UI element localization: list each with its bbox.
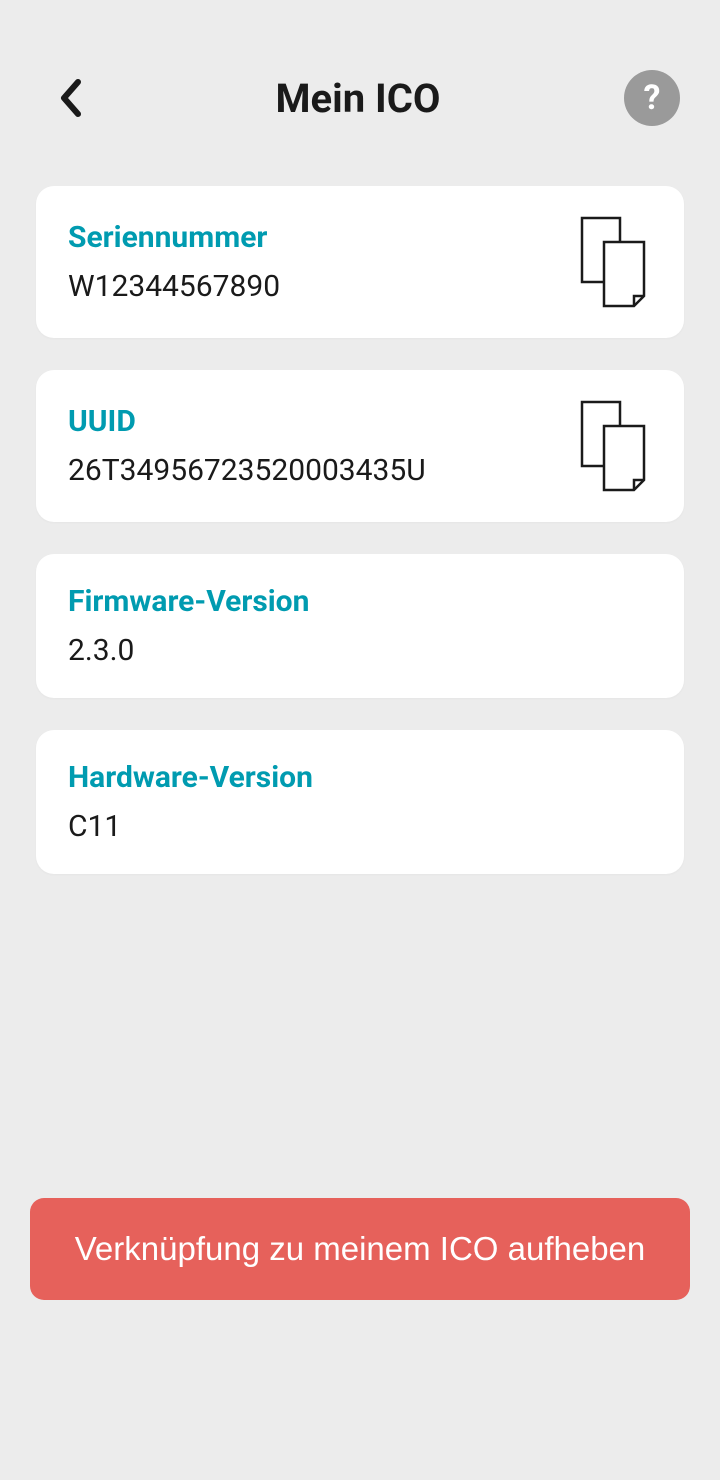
hardware-value: C11 — [68, 809, 313, 844]
uuid-card: UUID 26T34956723520003435U — [36, 370, 684, 522]
firmware-label: Firmware-Version — [68, 584, 309, 619]
card-text: Firmware-Version 2.3.0 — [68, 584, 309, 668]
hardware-card: Hardware-Version C11 — [36, 730, 684, 874]
serial-number-card: Seriennummer W12344567890 — [36, 186, 684, 338]
uuid-value: 26T34956723520003435U — [68, 453, 426, 488]
copy-icon — [574, 400, 652, 492]
serial-label: Seriennummer — [68, 220, 280, 255]
firmware-card: Firmware-Version 2.3.0 — [36, 554, 684, 698]
header: Mein ICO ? — [0, 0, 720, 166]
unlink-button[interactable]: Verknüpfung zu meinem ICO aufheben — [30, 1198, 690, 1300]
copy-uuid-button[interactable] — [574, 400, 652, 492]
card-text: Hardware-Version C11 — [68, 760, 313, 844]
page-title: Mein ICO — [92, 75, 624, 122]
card-text: UUID 26T34956723520003435U — [68, 404, 426, 488]
firmware-value: 2.3.0 — [68, 633, 309, 668]
card-text: Seriennummer W12344567890 — [68, 220, 280, 304]
info-cards: Seriennummer W12344567890 UUID 26T349567… — [0, 166, 720, 874]
hardware-label: Hardware-Version — [68, 760, 313, 795]
unlink-label: Verknüpfung zu meinem ICO aufheben — [75, 1230, 646, 1268]
copy-serial-button[interactable] — [574, 216, 652, 308]
chevron-left-icon — [58, 78, 82, 118]
serial-value: W12344567890 — [68, 269, 280, 304]
copy-icon — [574, 216, 652, 308]
help-button[interactable]: ? — [624, 70, 680, 126]
back-button[interactable] — [48, 76, 92, 120]
uuid-label: UUID — [68, 404, 426, 439]
help-icon: ? — [644, 78, 661, 118]
